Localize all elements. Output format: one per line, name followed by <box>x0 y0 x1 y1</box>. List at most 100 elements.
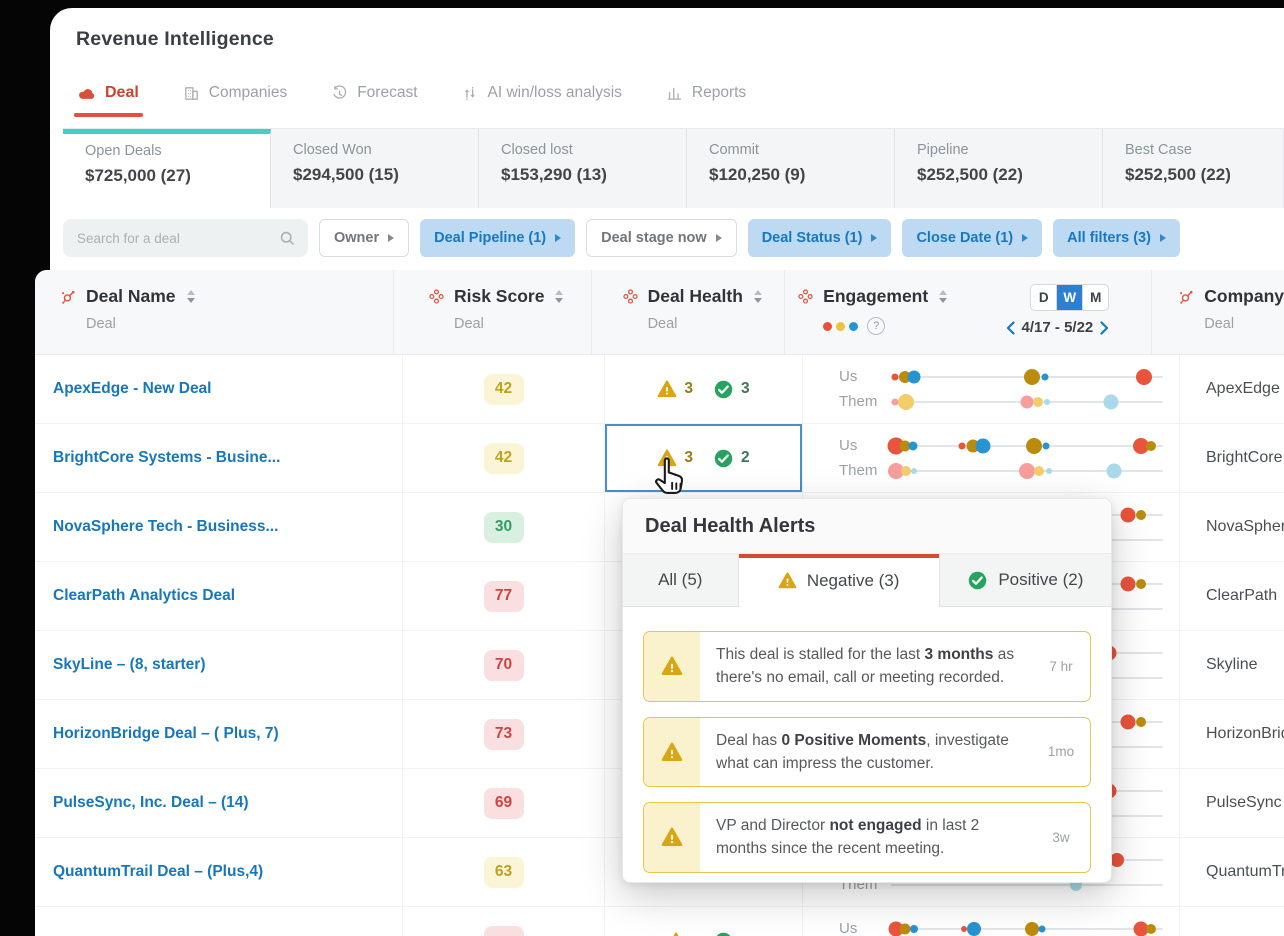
summary-card[interactable]: Commit $120,250 (9) <box>687 129 895 208</box>
us-label: Us <box>839 437 858 454</box>
filter-button[interactable]: Close Date (1) <box>902 219 1043 257</box>
filter-button[interactable]: Deal stage now <box>586 219 737 257</box>
engagement-cell: Us Them <box>803 355 1180 423</box>
date-range-nav: 4/17 - 5/22 <box>1006 319 1110 336</box>
alert-card[interactable]: This deal is stalled for the last 3 mont… <box>643 631 1091 702</box>
risk-score-badge: 70 <box>483 649 524 681</box>
company-name: HorizonBridge <box>1206 725 1284 742</box>
company-name: Skyline <box>1206 656 1258 673</box>
period-day-button[interactable]: D <box>1031 285 1056 310</box>
tab-companies[interactable]: Companies <box>183 84 287 102</box>
risk-score-badge: 73 <box>483 718 524 750</box>
us-label: Us <box>839 920 858 936</box>
engagement-timeline-us <box>888 921 1163 936</box>
chevron-left-icon[interactable] <box>1006 320 1015 335</box>
tab-positive-alerts[interactable]: Positive (2) <box>939 554 1111 607</box>
caret-icon <box>1022 234 1029 242</box>
filter-button[interactable]: Owner <box>319 219 410 257</box>
warning-icon <box>666 931 686 936</box>
table-header: Deal Name Deal Risk Score Deal Deal Heal… <box>35 270 1284 355</box>
alert-timestamp: 7 hr <box>1049 658 1073 674</box>
column-header-deal-health[interactable]: Deal Health Deal <box>592 270 786 354</box>
summary-card-label: Closed Won <box>293 142 372 158</box>
summary-card[interactable]: Open Deals $725,000 (27) <box>63 129 271 208</box>
summary-card-value: $153,290 (13) <box>501 165 607 184</box>
column-header-deal-name[interactable]: Deal Name Deal <box>35 270 394 354</box>
summary-card-label: Open Deals <box>85 143 162 159</box>
tab-reports[interactable]: Reports <box>666 84 746 102</box>
check-icon <box>967 570 988 591</box>
period-toggle: D W M <box>1030 284 1110 311</box>
app-panel: Revenue Intelligence Deal Companies Fore… <box>50 8 1284 270</box>
deal-name-link[interactable]: HorizonBridge Deal – ( Plus, 7) <box>53 725 279 743</box>
page-title: Revenue Intelligence <box>76 28 274 50</box>
alert-card[interactable]: VP and Director not engaged in last 2 mo… <box>643 802 1091 873</box>
deal-name-link[interactable]: ApexEdge - New Deal <box>53 380 212 398</box>
deal-health-cell[interactable]: 3 2 <box>605 424 803 492</box>
filter-button[interactable]: Deal Status (1) <box>747 219 892 257</box>
filter-bar: Owner Deal Pipeline (1) Deal stage now D… <box>63 218 1276 258</box>
deal-health-cell[interactable] <box>605 907 803 936</box>
deal-name-link[interactable]: BrightCore Systems - Busine... <box>53 449 280 467</box>
alert-list: This deal is stalled for the last 3 mont… <box>623 607 1111 873</box>
risk-score-badge: 42 <box>483 442 524 474</box>
summary-card-value: $252,500 (22) <box>917 165 1023 184</box>
column-header-risk-score[interactable]: Risk Score Deal <box>394 270 592 354</box>
search-input[interactable] <box>75 229 279 247</box>
deal-name-link[interactable]: ClearPath Analytics Deal <box>53 587 235 605</box>
risk-score-badge: 42 <box>483 373 524 405</box>
warning-icon <box>657 379 677 399</box>
column-header-company[interactable]: Company Deal <box>1152 270 1284 354</box>
summary-card[interactable]: Pipeline $252,500 (22) <box>895 129 1103 208</box>
positive-alert-count: 3 <box>713 379 750 400</box>
summary-card[interactable]: Closed lost $153,290 (13) <box>479 129 687 208</box>
alert-timestamp: 3w <box>1052 829 1070 845</box>
table-row: ApexEdge - New Deal 42 3 3 Us Them ApexE… <box>35 355 1284 424</box>
chevron-right-icon[interactable] <box>1100 320 1109 335</box>
summary-card[interactable]: Best Case $252,500 (22) <box>1103 129 1284 208</box>
tab-forecast[interactable]: Forecast <box>331 84 418 102</box>
sort-control[interactable] <box>186 290 195 303</box>
company-name: QuantumTrail <box>1206 863 1284 880</box>
caret-icon <box>555 234 562 242</box>
alert-card[interactable]: Deal has 0 Positive Moments, investigate… <box>643 716 1091 787</box>
positive-alert-count: 2 <box>713 448 750 469</box>
deal-name-link[interactable]: NovaSphere Tech - Business... <box>53 518 278 536</box>
period-month-button[interactable]: M <box>1082 285 1108 310</box>
tab-deal[interactable]: Deal <box>74 84 143 117</box>
tab-ai-winloss[interactable]: AI win/loss analysis <box>462 84 622 102</box>
caret-icon <box>715 234 722 242</box>
alert-message: Deal has 0 Positive Moments, investigate… <box>716 731 1009 772</box>
help-icon[interactable]: ? <box>867 317 886 335</box>
deal-name-link[interactable]: PulseSync, Inc. Deal – (14) <box>53 794 249 812</box>
hubspot-icon <box>1178 288 1195 305</box>
period-week-button[interactable]: W <box>1056 285 1083 310</box>
deal-name-link[interactable]: QuantumTrail Deal – (Plus,4) <box>53 863 263 881</box>
warning-icon <box>644 803 700 872</box>
table-row: Us Them <box>35 907 1284 936</box>
filter-button[interactable]: All filters (3) <box>1053 219 1180 257</box>
check-icon <box>713 379 734 400</box>
engagement-timeline-us <box>887 437 1163 454</box>
sort-control[interactable] <box>753 290 762 303</box>
warning-icon <box>778 571 797 590</box>
negative-alert-count: 3 <box>657 379 693 399</box>
tab-all-alerts[interactable]: All (5) <box>623 554 739 607</box>
filter-button[interactable]: Deal Pipeline (1) <box>420 219 576 257</box>
deal-name-link[interactable]: SkyLine – (8, starter) <box>53 656 205 674</box>
tab-negative-alerts[interactable]: Negative (3) <box>738 554 940 607</box>
risk-score-badge: 69 <box>483 787 524 819</box>
summary-card[interactable]: Closed Won $294,500 (15) <box>271 129 479 208</box>
sort-control[interactable] <box>939 290 948 303</box>
deal-health-cell[interactable]: 3 3 <box>605 355 803 423</box>
alert-message: This deal is stalled for the last 3 mont… <box>716 646 1015 687</box>
deal-search <box>63 219 308 257</box>
summary-card-label: Best Case <box>1125 142 1192 158</box>
negative-alert-count: 3 <box>657 448 693 468</box>
engagement-cell: Us Them <box>803 907 1180 936</box>
property-icon <box>428 288 445 305</box>
check-icon <box>713 931 734 936</box>
caret-icon <box>871 234 878 242</box>
column-header-engagement[interactable]: Engagement ? D W M 4/17 - 5/22 <box>785 270 1153 354</box>
sort-control[interactable] <box>555 290 564 303</box>
